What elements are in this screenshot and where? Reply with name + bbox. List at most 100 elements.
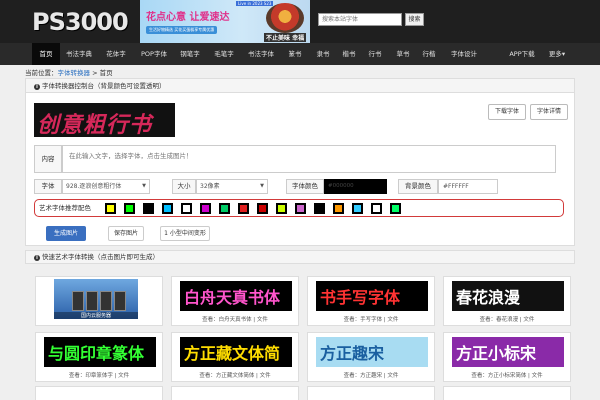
font-select[interactable]: 928.逐浪创意粗行体 ▼ xyxy=(62,179,150,194)
bg-color-input[interactable]: #FFFFFF xyxy=(438,179,498,194)
font-card-partial[interactable] xyxy=(307,386,435,400)
nav-item-semi-cursive[interactable]: 行楷 xyxy=(418,43,440,65)
ad-banner[interactable]: 花点心意 让爱速达 生活好物精选 买花买蛋糕享专属优惠 Live in 2023… xyxy=(140,0,310,43)
font-select-value: 928.逐浪创意粗行体 xyxy=(66,183,122,190)
search-button[interactable]: 搜索 xyxy=(405,13,424,26)
nav-item-clerical[interactable]: 隶书 xyxy=(312,43,334,65)
banner-title: 花点心意 让爱速达 xyxy=(146,12,230,23)
color-swatch[interactable] xyxy=(200,203,211,214)
font-card[interactable]: 方正趣宋查看：方正趣宋 | 文件 xyxy=(307,332,435,382)
server-rack-icon xyxy=(86,291,98,311)
content-input[interactable] xyxy=(62,145,556,173)
size-select[interactable]: 32像素 ▼ xyxy=(196,179,268,194)
font-sample-text: 方正藏文体简 xyxy=(184,344,281,363)
nav-item-regular[interactable]: 楷书 xyxy=(338,43,360,65)
font-sample-image: 方正藏文体简 xyxy=(180,337,292,367)
font-card-partial[interactable] xyxy=(443,386,571,400)
nav-item-running[interactable]: 行书 xyxy=(364,43,386,65)
font-card[interactable]: 书手写字体查看：手写字体 | 文件 xyxy=(307,276,435,326)
color-swatch[interactable] xyxy=(390,203,401,214)
color-swatch[interactable] xyxy=(333,203,344,214)
breadcrumb-current: 首页 xyxy=(99,69,113,77)
content-label: 内容 xyxy=(34,145,62,173)
nav-item-home[interactable]: 首页 xyxy=(32,43,60,65)
color-swatch[interactable] xyxy=(105,203,116,214)
banner-slogan: 不止美味 幸福 xyxy=(264,33,307,42)
fg-color-label: 字体颜色 xyxy=(286,179,324,194)
font-card[interactable]: 春花浪漫查看：春花浪漫 | 文件 xyxy=(443,276,571,326)
nav-item-pop[interactable]: POP字体 xyxy=(136,43,172,65)
nav-item-more[interactable]: 更多▾ xyxy=(544,43,570,65)
nav-item-fancy[interactable]: 花体字 xyxy=(100,43,132,65)
save-image-button[interactable]: 保存图片 xyxy=(108,226,144,241)
font-card-caption[interactable]: 查看：方正趣宋 | 文件 xyxy=(308,371,434,379)
fg-color-input[interactable]: #000000 xyxy=(324,179,387,194)
color-swatch[interactable] xyxy=(143,203,154,214)
color-swatch[interactable] xyxy=(238,203,249,214)
search-input[interactable] xyxy=(318,13,402,26)
site-logo[interactable]: PS3000 xyxy=(32,8,129,36)
nav-item-calligraphy[interactable]: 书法字体 xyxy=(244,43,278,65)
download-font-button[interactable]: 下载字体 xyxy=(488,104,526,120)
breadcrumb-link[interactable]: 字体转换器 xyxy=(58,69,91,77)
quick-convert-header: i 快速艺术字体转换（点击图片即可生成） xyxy=(25,250,575,264)
font-sample-image: 方正趣宋 xyxy=(316,337,428,367)
server-ad-image: 国内云服务器 xyxy=(54,279,138,319)
color-swatch[interactable] xyxy=(295,203,306,214)
font-card-caption[interactable]: 查看：方正小标宋简体 | 文件 xyxy=(444,371,570,379)
small-image-option[interactable]: 1 小型中间变形 xyxy=(160,226,210,241)
panel-header: i 字体转换器控制台（背景颜色可设置透明） xyxy=(26,79,574,93)
font-card[interactable]: 白舟天真书体查看：白舟天真书体 | 文件 xyxy=(171,276,299,326)
font-card-caption[interactable]: 查看：春花浪漫 | 文件 xyxy=(444,315,570,323)
color-swatch[interactable] xyxy=(352,203,363,214)
server-ad-label: 国内云服务器 xyxy=(54,312,138,319)
color-swatch[interactable] xyxy=(314,203,325,214)
generate-image-button[interactable]: 生成图片 xyxy=(46,226,86,241)
main-nav: 首页 书法字典 花体字 POP字体 钢笔字 毛笔字 书法字体 篆书 隶书 楷书 … xyxy=(0,43,600,65)
preview-text: 创意粗行书 xyxy=(37,112,153,137)
quick-convert-title: 快速艺术字体转换（点击图片即可生成） xyxy=(42,253,159,261)
banner-tag: Live in 2023 S23 xyxy=(236,1,274,6)
nav-item-pen[interactable]: 钢笔字 xyxy=(176,43,204,65)
color-swatch[interactable] xyxy=(276,203,287,214)
color-swatch[interactable] xyxy=(257,203,268,214)
color-swatch[interactable] xyxy=(181,203,192,214)
font-card-caption[interactable]: 查看：印章篆体字 | 文件 xyxy=(36,371,162,379)
font-card-partial[interactable] xyxy=(171,386,299,400)
font-detail-button[interactable]: 字体详情 xyxy=(530,104,568,120)
nav-item-brush[interactable]: 毛笔字 xyxy=(210,43,238,65)
chevron-down-icon: ▼ xyxy=(142,183,146,189)
nav-item-app-download[interactable]: APP下载 xyxy=(506,43,538,65)
breadcrumb-separator: > xyxy=(90,69,100,77)
size-select-value: 32像素 xyxy=(200,183,220,190)
nav-item-cursive[interactable]: 草书 xyxy=(392,43,414,65)
font-card[interactable]: 方正藏文体简查看：方正藏文体简体 | 文件 xyxy=(171,332,299,382)
font-card-partial[interactable] xyxy=(35,386,163,400)
font-sample-text: 方正小标宋 xyxy=(456,344,537,363)
font-card-caption[interactable]: 查看：手写字体 | 文件 xyxy=(308,315,434,323)
font-card[interactable]: 国内云服务器 xyxy=(35,276,163,326)
nav-item-seal[interactable]: 篆书 xyxy=(284,43,306,65)
font-sample-image: 书手写字体 xyxy=(316,281,428,311)
breadcrumb-prefix: 当前位置： xyxy=(25,69,58,77)
font-card[interactable]: 与圆印章篆体 查看：印章篆体字 | 文件 xyxy=(35,332,163,382)
nav-item-font-design[interactable]: 字体设计 xyxy=(446,43,482,65)
font-label: 字体 xyxy=(34,179,62,194)
font-sample-image: 白舟天真书体 xyxy=(180,281,292,311)
font-sample-image: 春花浪漫 xyxy=(452,281,564,311)
color-swatch[interactable] xyxy=(219,203,230,214)
color-swatch[interactable] xyxy=(162,203,173,214)
banner-subtitle: 生活好物精选 买花买蛋糕享专属优惠 xyxy=(146,26,218,34)
size-label: 大小 xyxy=(172,179,196,194)
server-rack-icon xyxy=(114,291,126,311)
color-swatch[interactable] xyxy=(371,203,382,214)
color-swatch[interactable] xyxy=(124,203,135,214)
color-scheme-label: 艺术字体推荐配色 xyxy=(39,204,91,212)
font-card-caption[interactable]: 查看：白舟天真书体 | 文件 xyxy=(172,315,298,323)
nav-item-dictionary[interactable]: 书法字典 xyxy=(62,43,96,65)
font-sample-text: 白舟天真书体 xyxy=(184,288,281,307)
server-rack-icon xyxy=(100,291,112,311)
font-card-caption[interactable]: 查看：方正藏文体简体 | 文件 xyxy=(172,371,298,379)
font-sample-text: 方正趣宋 xyxy=(320,344,385,363)
font-card[interactable]: 方正小标宋查看：方正小标宋简体 | 文件 xyxy=(443,332,571,382)
